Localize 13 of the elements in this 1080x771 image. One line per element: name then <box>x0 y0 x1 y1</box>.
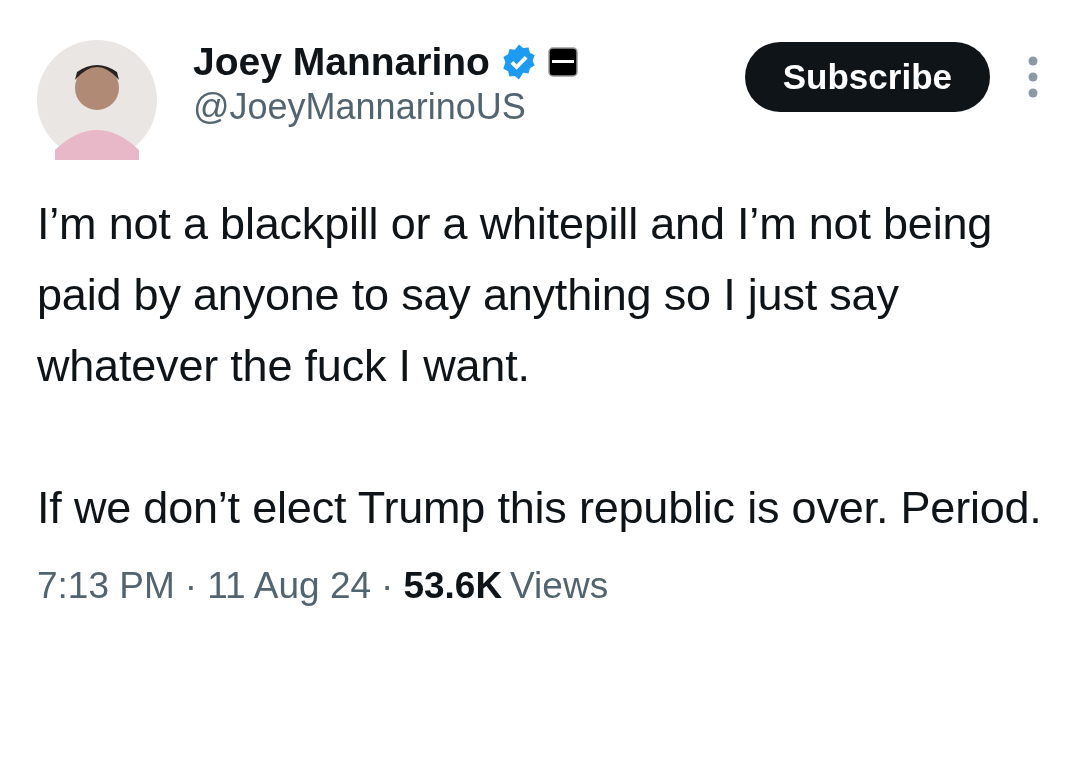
subscribe-button[interactable]: Subscribe <box>744 42 990 112</box>
views-label: Views <box>510 565 609 607</box>
separator-dot: · <box>184 565 198 607</box>
avatar[interactable] <box>37 40 157 160</box>
tweet-paragraph: I’m not a blackpill or a whitepill and I’m not being paid by anyone to say anything so I just say whatever the fuck I want. <box>37 197 994 393</box>
views-count[interactable]: 53.6K <box>403 565 503 607</box>
tweet-time[interactable]: 7:13 PM <box>37 565 175 607</box>
separator-dot: · <box>381 565 394 607</box>
tweet-date: 11 Aug 24 <box>207 565 372 607</box>
author-name[interactable]: Joey Mannarino <box>193 40 490 84</box>
tweet-paragraph: If we don’t elect Trump this republic is over. Period. <box>37 481 1043 535</box>
author-handle[interactable]: @JoeyMannarinoUS <box>193 84 578 130</box>
more-options-icon[interactable] <box>1028 56 1038 98</box>
